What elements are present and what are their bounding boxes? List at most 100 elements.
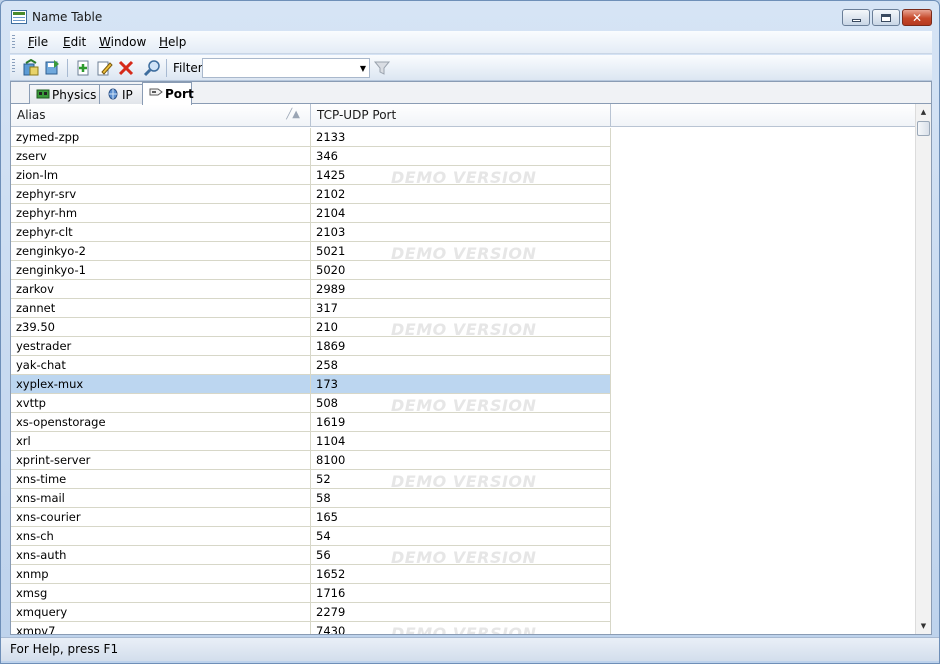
port-cell[interactable]: 1104 bbox=[311, 432, 611, 451]
minimize-button[interactable] bbox=[842, 9, 870, 26]
toolbar-grip[interactable] bbox=[12, 59, 15, 74]
menu-window[interactable]: Window bbox=[99, 35, 146, 49]
port-cell[interactable]: 173 bbox=[311, 375, 611, 394]
port-cell[interactable]: 1619 bbox=[311, 413, 611, 432]
table-row[interactable]: xmsg 1716 bbox=[11, 584, 611, 603]
alias-cell[interactable]: zymed-zpp bbox=[11, 128, 311, 147]
port-cell[interactable]: 1652 bbox=[311, 565, 611, 584]
table-row[interactable]: xmpv7 7430 bbox=[11, 622, 611, 634]
table-row[interactable]: zarkov 2989 bbox=[11, 280, 611, 299]
alias-cell[interactable]: yestrader bbox=[11, 337, 311, 356]
table-row[interactable]: zserv 346 bbox=[11, 147, 611, 166]
alias-cell[interactable]: zserv bbox=[11, 147, 311, 166]
table-row[interactable]: xrl 1104 bbox=[11, 432, 611, 451]
scroll-thumb[interactable] bbox=[917, 121, 930, 136]
title-bar[interactable]: Name Table ✕ bbox=[1, 1, 939, 31]
filter-dropdown-arrow-icon[interactable]: ▼ bbox=[356, 59, 370, 77]
alias-cell[interactable]: xns-courier bbox=[11, 508, 311, 527]
alias-cell[interactable]: zephyr-clt bbox=[11, 223, 311, 242]
save-database-icon[interactable] bbox=[43, 59, 61, 77]
table-row[interactable]: z39.50 210 bbox=[11, 318, 611, 337]
table-row[interactable]: zion-lm 1425 bbox=[11, 166, 611, 185]
table-row[interactable]: xns-courier 165 bbox=[11, 508, 611, 527]
table-row[interactable]: xmquery 2279 bbox=[11, 603, 611, 622]
alias-cell[interactable]: xs-openstorage bbox=[11, 413, 311, 432]
table-row[interactable]: xs-openstorage 1619 bbox=[11, 413, 611, 432]
alias-cell[interactable]: xmquery bbox=[11, 603, 311, 622]
alias-cell[interactable]: z39.50 bbox=[11, 318, 311, 337]
port-cell[interactable]: 165 bbox=[311, 508, 611, 527]
alias-cell[interactable]: zenginkyo-1 bbox=[11, 261, 311, 280]
port-cell[interactable]: 54 bbox=[311, 527, 611, 546]
port-cell[interactable]: 2989 bbox=[311, 280, 611, 299]
menu-grip[interactable] bbox=[12, 35, 15, 50]
port-cell[interactable]: 2104 bbox=[311, 204, 611, 223]
port-cell[interactable]: 1425 bbox=[311, 166, 611, 185]
port-cell[interactable]: 2103 bbox=[311, 223, 611, 242]
port-cell[interactable]: 5020 bbox=[311, 261, 611, 280]
close-window-button[interactable]: ✕ bbox=[902, 9, 932, 26]
alias-cell[interactable]: xprint-server bbox=[11, 451, 311, 470]
port-cell[interactable]: 508 bbox=[311, 394, 611, 413]
open-database-icon[interactable] bbox=[22, 59, 40, 77]
alias-cell[interactable]: xns-mail bbox=[11, 489, 311, 508]
table-row[interactable]: zephyr-srv 2102 bbox=[11, 185, 611, 204]
table-row[interactable]: xvttp 508 bbox=[11, 394, 611, 413]
column-header-port[interactable]: TCP-UDP Port bbox=[311, 104, 611, 127]
menu-file[interactable]: File bbox=[28, 35, 48, 49]
alias-cell[interactable]: xns-auth bbox=[11, 546, 311, 565]
port-cell[interactable]: 7430 bbox=[311, 622, 611, 634]
table-row[interactable]: xyplex-mux 173 bbox=[11, 375, 611, 394]
menu-edit[interactable]: Edit bbox=[63, 35, 86, 49]
alias-cell[interactable]: yak-chat bbox=[11, 356, 311, 375]
column-header-alias[interactable]: Alias ╱▲ bbox=[11, 104, 311, 127]
port-cell[interactable]: 317 bbox=[311, 299, 611, 318]
alias-cell[interactable]: xmsg bbox=[11, 584, 311, 603]
port-cell[interactable]: 1869 bbox=[311, 337, 611, 356]
port-cell[interactable]: 58 bbox=[311, 489, 611, 508]
port-cell[interactable]: 346 bbox=[311, 147, 611, 166]
alias-cell[interactable]: zenginkyo-2 bbox=[11, 242, 311, 261]
port-cell[interactable]: 52 bbox=[311, 470, 611, 489]
alias-cell[interactable]: zion-lm bbox=[11, 166, 311, 185]
alias-cell[interactable]: zarkov bbox=[11, 280, 311, 299]
table-row[interactable]: zenginkyo-2 5021 bbox=[11, 242, 611, 261]
tab-port[interactable]: Port bbox=[142, 82, 194, 105]
port-cell[interactable]: 8100 bbox=[311, 451, 611, 470]
port-cell[interactable]: 2102 bbox=[311, 185, 611, 204]
alias-cell[interactable]: xnmp bbox=[11, 565, 311, 584]
filter-combobox[interactable] bbox=[202, 58, 370, 78]
table-row[interactable]: xprint-server 8100 bbox=[11, 451, 611, 470]
find-icon[interactable] bbox=[143, 59, 161, 77]
table-row[interactable]: yestrader 1869 bbox=[11, 337, 611, 356]
vertical-scrollbar[interactable]: ▲ ▼ bbox=[915, 104, 931, 634]
tab-ip[interactable]: IP bbox=[99, 84, 145, 104]
alias-cell[interactable]: xmpv7 bbox=[11, 622, 311, 634]
delete-record-icon[interactable] bbox=[117, 59, 135, 77]
table-row[interactable]: xnmp 1652 bbox=[11, 565, 611, 584]
alias-cell[interactable]: xvttp bbox=[11, 394, 311, 413]
port-cell[interactable]: 5021 bbox=[311, 242, 611, 261]
port-cell[interactable]: 258 bbox=[311, 356, 611, 375]
port-cell[interactable]: 1716 bbox=[311, 584, 611, 603]
alias-cell[interactable]: zephyr-hm bbox=[11, 204, 311, 223]
table-row[interactable]: zephyr-hm 2104 bbox=[11, 204, 611, 223]
table-row[interactable]: zenginkyo-1 5020 bbox=[11, 261, 611, 280]
port-cell[interactable]: 56 bbox=[311, 546, 611, 565]
alias-cell[interactable]: xns-ch bbox=[11, 527, 311, 546]
scroll-down-arrow-icon[interactable]: ▼ bbox=[916, 618, 931, 634]
table-row[interactable]: xns-mail 58 bbox=[11, 489, 611, 508]
table-row[interactable]: yak-chat 258 bbox=[11, 356, 611, 375]
table-row[interactable]: xns-time 52 bbox=[11, 470, 611, 489]
port-cell[interactable]: 210 bbox=[311, 318, 611, 337]
alias-cell[interactable]: zephyr-srv bbox=[11, 185, 311, 204]
table-row[interactable]: xns-auth 56 bbox=[11, 546, 611, 565]
menu-help[interactable]: Help bbox=[159, 35, 186, 49]
port-cell[interactable]: 2133 bbox=[311, 128, 611, 147]
add-record-icon[interactable] bbox=[74, 59, 92, 77]
tab-physics[interactable]: Physics bbox=[29, 84, 101, 104]
port-cell[interactable]: 2279 bbox=[311, 603, 611, 622]
filter-funnel-icon[interactable] bbox=[373, 59, 391, 77]
alias-cell[interactable]: xyplex-mux bbox=[11, 375, 311, 394]
edit-record-icon[interactable] bbox=[95, 59, 113, 77]
